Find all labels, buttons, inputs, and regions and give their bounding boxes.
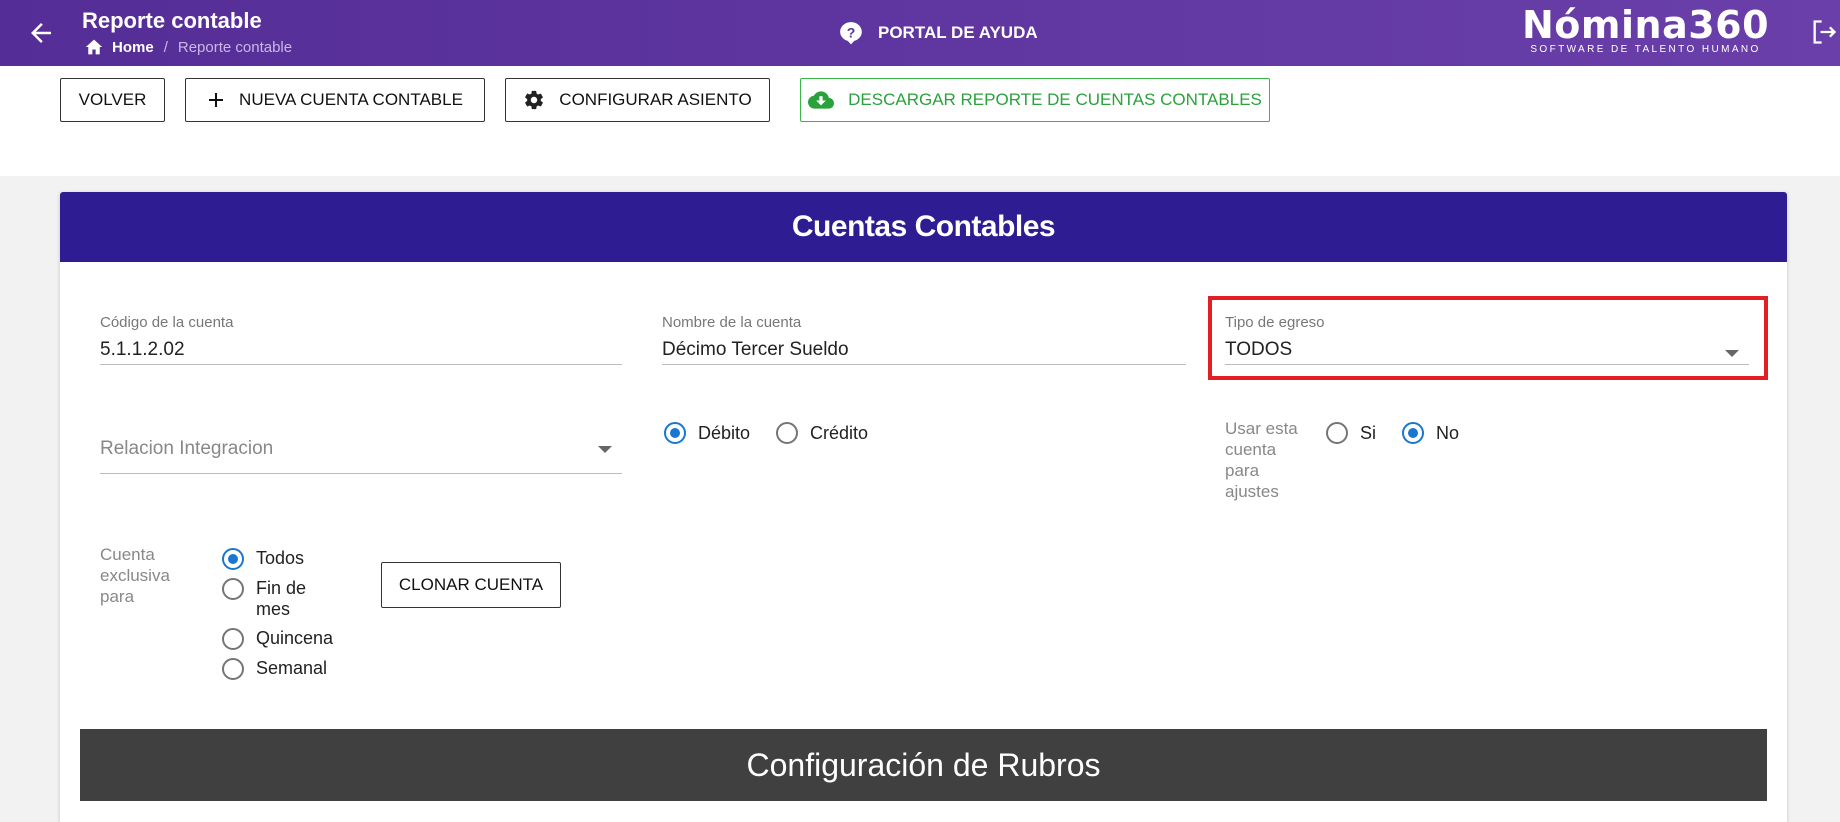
- nomina360-logo: Nómina360 SOFTWARE DE TALENTO HUMANO: [1522, 4, 1769, 55]
- home-icon: [85, 39, 103, 55]
- tipo-egreso-value: TODOS: [1225, 339, 1293, 360]
- radio-semanal-label: Semanal: [256, 658, 328, 678]
- logo-subtitle: SOFTWARE DE TALENTO HUMANO: [1530, 44, 1761, 55]
- help-icon: ?: [840, 22, 862, 45]
- ajustes-label: Usar esta cuenta para ajustes: [1225, 419, 1298, 501]
- page-title: Reporte contable: [82, 8, 262, 33]
- radio-credito-button[interactable]: [776, 422, 799, 444]
- radio-fin-de-mes-label: Fin de mes: [256, 578, 307, 619]
- codigo-cuenta-label: Código de la cuenta: [100, 314, 234, 331]
- configurar-asiento-button[interactable]: CONFIGURAR ASIENTO: [505, 78, 770, 122]
- codigo-cuenta-value: 5.1.1.2.02: [100, 339, 185, 360]
- help-portal-label: PORTAL DE AYUDA: [878, 23, 1038, 42]
- codigo-cuenta-field[interactable]: Código de la cuenta 5.1.1.2.02: [100, 314, 622, 365]
- codigo-cuenta-underline: [100, 364, 622, 365]
- configurar-asiento-label: CONFIGURAR ASIENTO: [559, 90, 752, 109]
- nueva-cuenta-button[interactable]: NUEVA CUENTA CONTABLE: [185, 78, 485, 122]
- radio-fin-de-mes-button[interactable]: [222, 578, 244, 600]
- radio-quincena-label: Quincena: [256, 628, 334, 648]
- relacion-integracion-underline: [100, 473, 622, 474]
- rubros-section-title: Configuración de Rubros: [80, 729, 1767, 801]
- svg-text:?: ?: [847, 24, 856, 40]
- radio-credito[interactable]: Crédito: [776, 422, 868, 444]
- ajustes-radio-group: Si No: [1326, 422, 1485, 444]
- logout-icon[interactable]: [1810, 18, 1838, 46]
- radio-todos[interactable]: Todos: [222, 548, 333, 570]
- tipo-egreso-underline: [1225, 364, 1749, 365]
- nombre-cuenta-underline: [662, 364, 1186, 365]
- card-title: Cuentas Contables: [60, 192, 1787, 262]
- action-toolbar: VOLVER NUEVA CUENTA CONTABLE CONFIGURAR …: [0, 66, 1840, 176]
- radio-no[interactable]: No: [1402, 422, 1459, 444]
- dropdown-arrow-icon: [1725, 350, 1739, 357]
- radio-si[interactable]: Si: [1326, 422, 1376, 444]
- radio-semanal[interactable]: Semanal: [222, 658, 333, 680]
- radio-si-label: Si: [1360, 422, 1377, 443]
- clonar-cuenta-button[interactable]: CLONAR CUENTA: [381, 562, 561, 608]
- nombre-cuenta-field[interactable]: Nombre de la cuenta Décimo Tercer Sueldo: [662, 314, 1186, 365]
- radio-si-button[interactable]: [1326, 422, 1348, 444]
- help-portal-link[interactable]: ? PORTAL DE AYUDA: [838, 20, 1038, 46]
- cloud-download-icon: [808, 91, 835, 109]
- radio-debito-button[interactable]: [664, 422, 686, 444]
- nombre-cuenta-label: Nombre de la cuenta: [662, 314, 802, 331]
- radio-quincena-button[interactable]: [222, 628, 244, 650]
- descargar-reporte-button[interactable]: DESCARGAR REPORTE DE CUENTAS CONTABLES: [800, 78, 1270, 122]
- exclusiva-radio-group: Todos Fin de mes Quincena Semanal: [222, 548, 333, 688]
- breadcrumb: Home / Reporte contable: [84, 38, 292, 56]
- nombre-cuenta-value: Décimo Tercer Sueldo: [662, 339, 849, 360]
- breadcrumb-separator: /: [163, 38, 168, 56]
- radio-semanal-button[interactable]: [222, 658, 244, 680]
- breadcrumb-home-link[interactable]: Home: [112, 39, 154, 56]
- tipo-egreso-select[interactable]: Tipo de egreso TODOS: [1225, 314, 1749, 365]
- dropdown-arrow-icon: [598, 446, 612, 453]
- exclusiva-label: Cuenta exclusiva para: [100, 545, 170, 606]
- plus-icon: [209, 93, 224, 107]
- radio-debito-label: Débito: [698, 422, 751, 443]
- naturaleza-radio-group: Débito Crédito: [664, 422, 894, 444]
- radio-credito-label: Crédito: [810, 422, 869, 443]
- radio-todos-button[interactable]: [222, 548, 244, 570]
- radio-todos-label: Todos: [256, 548, 305, 568]
- logo-main-text: Nómina360: [1522, 3, 1770, 47]
- descargar-reporte-label: DESCARGAR REPORTE DE CUENTAS CONTABLES: [848, 90, 1262, 109]
- radio-no-label: No: [1436, 422, 1460, 443]
- gear-icon: [525, 90, 544, 110]
- relacion-integracion-placeholder: Relacion Integracion: [100, 438, 274, 459]
- volver-button[interactable]: VOLVER: [60, 78, 165, 122]
- back-arrow-icon[interactable]: [26, 18, 56, 48]
- nueva-cuenta-label: NUEVA CUENTA CONTABLE: [239, 90, 463, 109]
- top-app-bar: Reporte contable Home / Reporte contable…: [0, 0, 1840, 66]
- tipo-egreso-label: Tipo de egreso: [1225, 314, 1325, 331]
- cuentas-contables-card: Cuentas Contables Código de la cuenta 5.…: [60, 192, 1787, 822]
- radio-fin-de-mes[interactable]: Fin de mes: [222, 578, 333, 620]
- radio-no-button[interactable]: [1402, 422, 1425, 444]
- relacion-integracion-select[interactable]: Relacion Integracion: [100, 432, 622, 474]
- radio-quincena[interactable]: Quincena: [222, 628, 333, 650]
- breadcrumb-current: Reporte contable: [177, 38, 293, 56]
- radio-debito[interactable]: Débito: [664, 422, 750, 444]
